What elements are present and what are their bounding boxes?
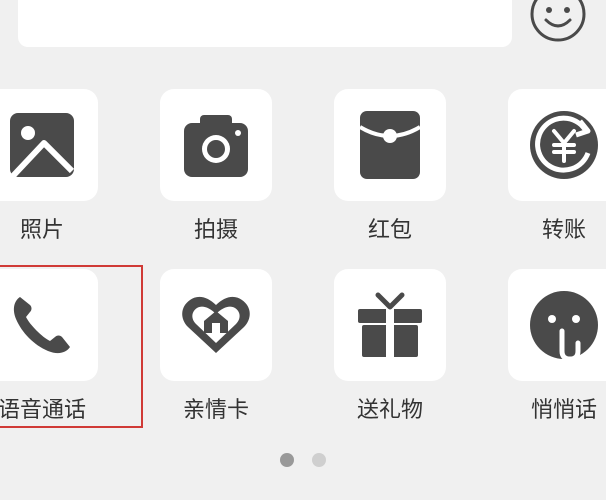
- panel-item-label: 照片: [19, 218, 64, 243]
- panel-item-label: 拍摄: [193, 218, 238, 243]
- panel-item-label: 悄悄话: [530, 398, 597, 423]
- emoji-button[interactable]: [526, 0, 590, 46]
- message-input[interactable]: [18, 0, 512, 47]
- panel-item-label: 亲情卡: [182, 398, 249, 423]
- gift-icon: [358, 292, 422, 357]
- camera-icon: [184, 115, 248, 177]
- red-packet-tile[interactable]: [334, 89, 446, 201]
- panel-item-label: 红包: [367, 218, 412, 243]
- camera-tile[interactable]: [160, 89, 272, 201]
- selection-highlight: [0, 265, 143, 428]
- page-indicator-dot[interactable]: [312, 453, 326, 467]
- panel-item-label: 送礼物: [356, 398, 423, 423]
- whisper-icon: [530, 291, 598, 362]
- photo-tile[interactable]: [0, 89, 98, 201]
- family-card-tile[interactable]: [160, 269, 272, 381]
- transfer-tile[interactable]: [508, 89, 606, 201]
- transfer-icon: [530, 111, 598, 179]
- gift-tile[interactable]: [334, 269, 446, 381]
- panel-item-label: 转账: [541, 218, 586, 243]
- page-indicator-dot-active[interactable]: [280, 453, 294, 467]
- family-card-icon: [182, 296, 250, 353]
- photo-icon: [9, 113, 75, 180]
- red-packet-icon: [358, 111, 422, 179]
- emoji-icon: [530, 0, 586, 42]
- whisper-tile[interactable]: [508, 269, 606, 381]
